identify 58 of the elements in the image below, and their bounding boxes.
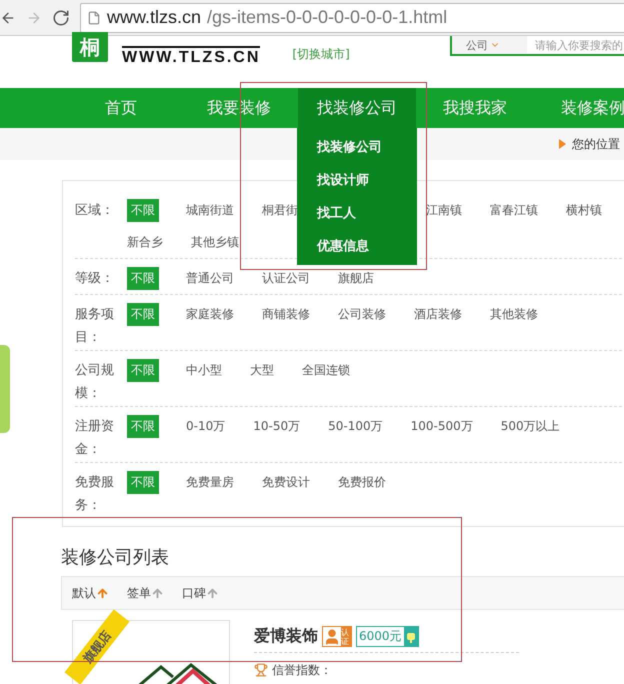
filter-option[interactable]: 江南镇 xyxy=(426,194,462,226)
filter-label: 服务项目： xyxy=(75,306,115,347)
company-name[interactable]: 爱博装饰 xyxy=(254,626,318,647)
dropdown-item[interactable]: 找工人 xyxy=(297,197,417,230)
filter-option[interactable]: 横村镇 xyxy=(566,194,602,226)
sort-link[interactable]: 默认 xyxy=(72,584,109,602)
filter-label: 公司规模： xyxy=(75,362,115,403)
nav-tab[interactable]: 找装修公司 xyxy=(298,88,416,128)
dropdown-item[interactable]: 找装修公司 xyxy=(297,131,417,164)
logo-domain: WWW.TLZS.CN xyxy=(122,46,260,67)
filter-option[interactable]: 免费设计 xyxy=(262,466,310,498)
deposit-badge: 6000元 xyxy=(356,626,419,647)
filter-option[interactable]: 50-100万 xyxy=(328,410,383,442)
filter-option[interactable]: 中小型 xyxy=(186,354,222,386)
arrow-up-icon xyxy=(206,586,219,600)
filter-option[interactable]: 城南街道 xyxy=(186,194,234,226)
filter-option[interactable]: 酒店装修 xyxy=(414,298,462,330)
page-icon xyxy=(87,10,101,24)
filter-option[interactable]: 全国连锁 xyxy=(302,354,350,386)
filter-option[interactable]: 家庭装修 xyxy=(186,298,234,330)
sort-link[interactable]: 口碑 xyxy=(182,584,219,602)
reload-icon[interactable] xyxy=(52,8,70,26)
list-title: 装修公司列表 xyxy=(61,547,170,568)
filter-label: 区域： xyxy=(75,202,115,220)
filter-option[interactable]: 其他乡镇 xyxy=(191,226,239,258)
city-switch-link[interactable]: [切换城市] xyxy=(292,46,350,63)
trophy-icon xyxy=(254,663,268,677)
logo-icon: 桐 xyxy=(72,32,108,62)
arrow-up-icon xyxy=(96,586,109,600)
arrow-up-icon xyxy=(151,586,164,600)
filter-option[interactable]: 大型 xyxy=(250,354,274,386)
filter-option[interactable]: 免费报价 xyxy=(338,466,386,498)
filter-option[interactable]: 公司装修 xyxy=(338,298,386,330)
dropdown-item[interactable]: 优惠信息 xyxy=(297,230,417,263)
filter-option[interactable]: 其他装修 xyxy=(490,298,538,330)
sort-link[interactable]: 签单 xyxy=(127,584,164,602)
filter-option[interactable]: 免费量房 xyxy=(186,466,234,498)
back-icon[interactable] xyxy=(0,10,16,26)
credit-label: 信誉指数： xyxy=(272,663,332,677)
filter-label: 免费服务： xyxy=(75,474,115,515)
filter-option[interactable]: 10-50万 xyxy=(253,410,300,442)
filter-option[interactable]: 100-500万 xyxy=(410,410,473,442)
filter-label: 等级： xyxy=(75,270,115,288)
triangle-icon xyxy=(559,139,566,149)
filter-option[interactable]: 桐君街 xyxy=(262,194,298,226)
certified-badge: 认证 xyxy=(322,626,352,647)
search-category-select[interactable]: 公司 xyxy=(452,36,527,54)
filter-option[interactable]: 500万以上 xyxy=(500,410,560,442)
filter-option[interactable]: 新合乡 xyxy=(127,226,163,258)
filter-option[interactable]: 0-10万 xyxy=(186,410,226,442)
breadcrumb-label: 您的位置 xyxy=(572,136,620,152)
dropdown-item[interactable]: 找设计师 xyxy=(297,164,417,197)
filter-option[interactable]: 商铺装修 xyxy=(262,298,310,330)
address-bar[interactable]: www.tlzs.cn /gs-items-0-0-0-0-0-0-0-1.html xyxy=(80,2,624,32)
filter-option[interactable]: 普通公司 xyxy=(186,262,234,294)
filter-option[interactable]: 认证公司 xyxy=(262,262,310,294)
filter-option[interactable]: 富春江镇 xyxy=(490,194,538,226)
filter-label: 注册资金： xyxy=(75,418,115,459)
